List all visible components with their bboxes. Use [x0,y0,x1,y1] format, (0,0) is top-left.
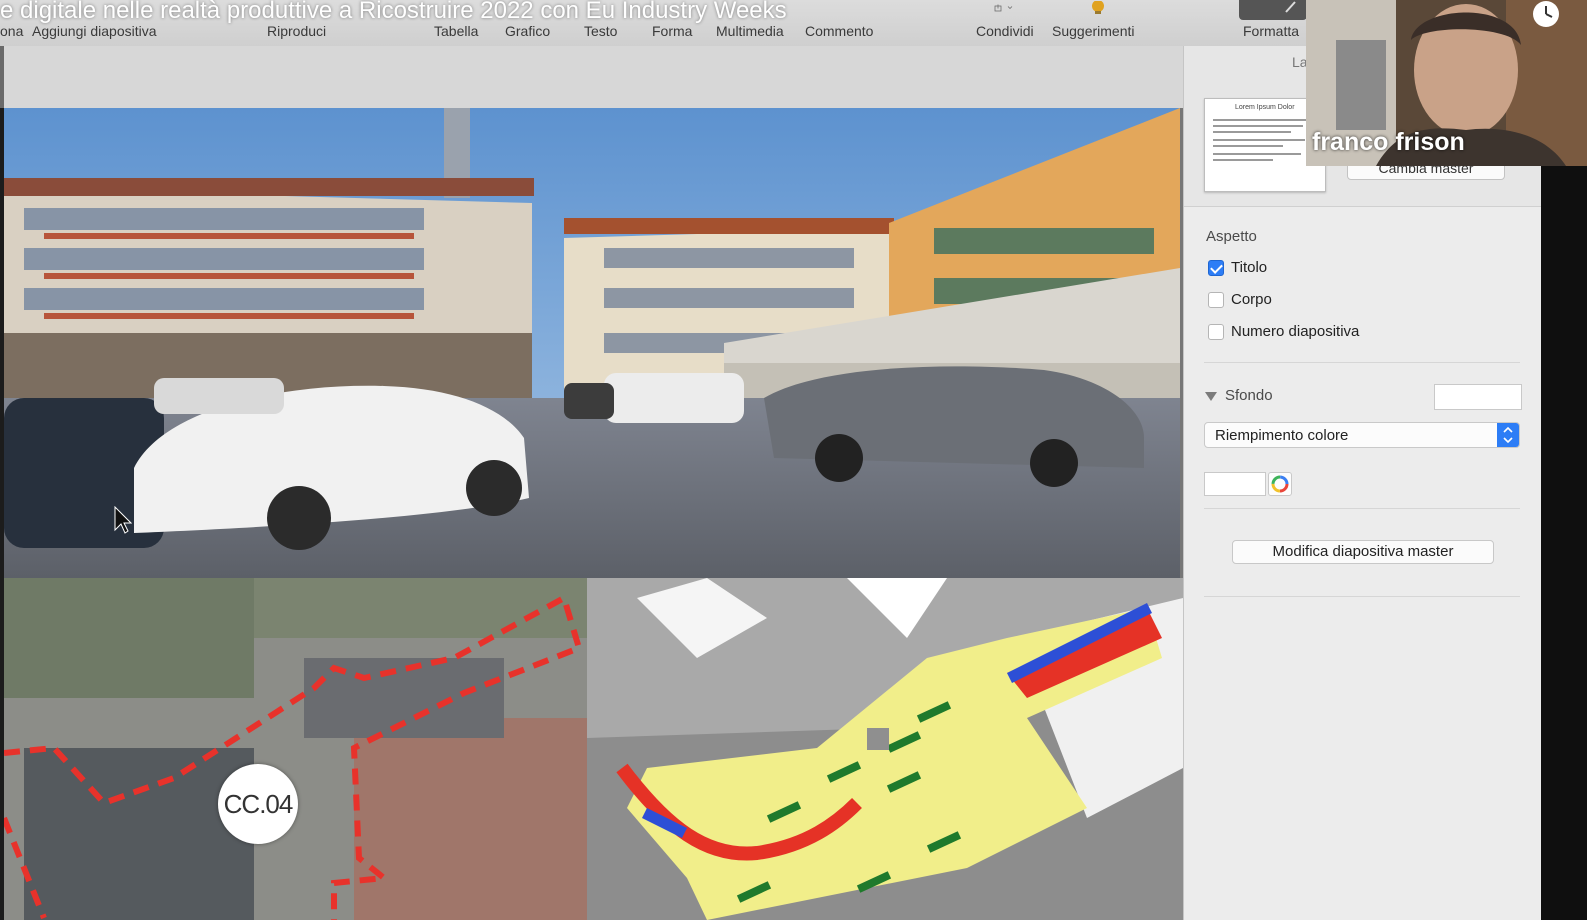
street-photo[interactable] [4,108,1180,578]
share-icon[interactable] [994,1,1014,15]
color-wheel-button[interactable] [1268,472,1292,496]
appearance-heading: Aspetto [1206,228,1257,245]
shape-button[interactable]: Forma [652,23,692,39]
slide-number-checkbox[interactable] [1208,324,1224,340]
add-slide-button[interactable]: Aggiungi diapositiva [32,23,157,39]
suggestions-button[interactable]: Suggerimenti [1052,23,1135,39]
text-button[interactable]: Testo [584,23,617,39]
format-button-highlight[interactable] [1239,0,1307,20]
select-arrows-icon [1497,423,1519,447]
map-area-label: CC.04 [218,764,298,844]
thumbnail-line [1213,131,1291,133]
thumbnail-line [1213,139,1305,141]
title-checkbox-label[interactable]: Titolo [1231,259,1267,276]
fill-type-select[interactable]: Riempimento colore [1204,422,1520,448]
play-button[interactable]: Riproduci [267,23,326,39]
divider [1204,362,1520,363]
toolbar-item-zoom[interactable]: ona [0,23,23,39]
thumbnail-line [1213,153,1301,155]
window-edge [1541,160,1587,920]
table-button[interactable]: Tabella [434,23,478,39]
mouse-cursor-icon [114,506,132,534]
slide-number-checkbox-label[interactable]: Numero diapositiva [1231,323,1359,340]
body-checkbox-label[interactable]: Corpo [1231,291,1272,308]
color-well[interactable] [1204,472,1266,496]
share-button[interactable]: Condividi [976,23,1034,39]
thumbnail-line [1213,159,1273,161]
slide-canvas[interactable]: CC.04 [4,108,1183,920]
participant-name: franco frison [1312,128,1465,156]
disclosure-triangle-icon[interactable] [1205,392,1217,401]
thumbnail-line [1213,145,1283,147]
chart-button[interactable]: Grafico [505,23,550,39]
divider [1204,508,1520,509]
body-checkbox[interactable] [1208,292,1224,308]
clock-icon[interactable] [1530,0,1562,32]
media-button[interactable]: Multimedia [716,23,784,39]
divider [1204,596,1520,597]
format-brush-icon [1285,1,1296,13]
format-button[interactable]: Formatta [1243,23,1299,39]
fill-type-value: Riempimento colore [1215,427,1349,444]
comment-button[interactable]: Commento [805,23,873,39]
format-inspector: La Lorem Ipsum Dolor Cambia master Aspet… [1183,46,1542,920]
color-wheel-icon [1271,475,1289,493]
thumbnail-line [1213,125,1303,127]
title-checkbox[interactable] [1208,260,1224,276]
master-thumbnail-title: Lorem Ipsum Dolor [1235,104,1295,111]
aerial-map[interactable] [4,578,587,920]
lightbulb-icon[interactable] [1088,1,1108,15]
thumbnail-line [1213,119,1309,121]
edit-master-slide-button[interactable]: Modifica diapositiva master [1232,540,1494,564]
canvas-background [0,46,1183,108]
site-plan[interactable] [587,578,1183,920]
background-heading[interactable]: Sfondo [1225,387,1273,404]
background-color-preview[interactable] [1434,384,1522,410]
